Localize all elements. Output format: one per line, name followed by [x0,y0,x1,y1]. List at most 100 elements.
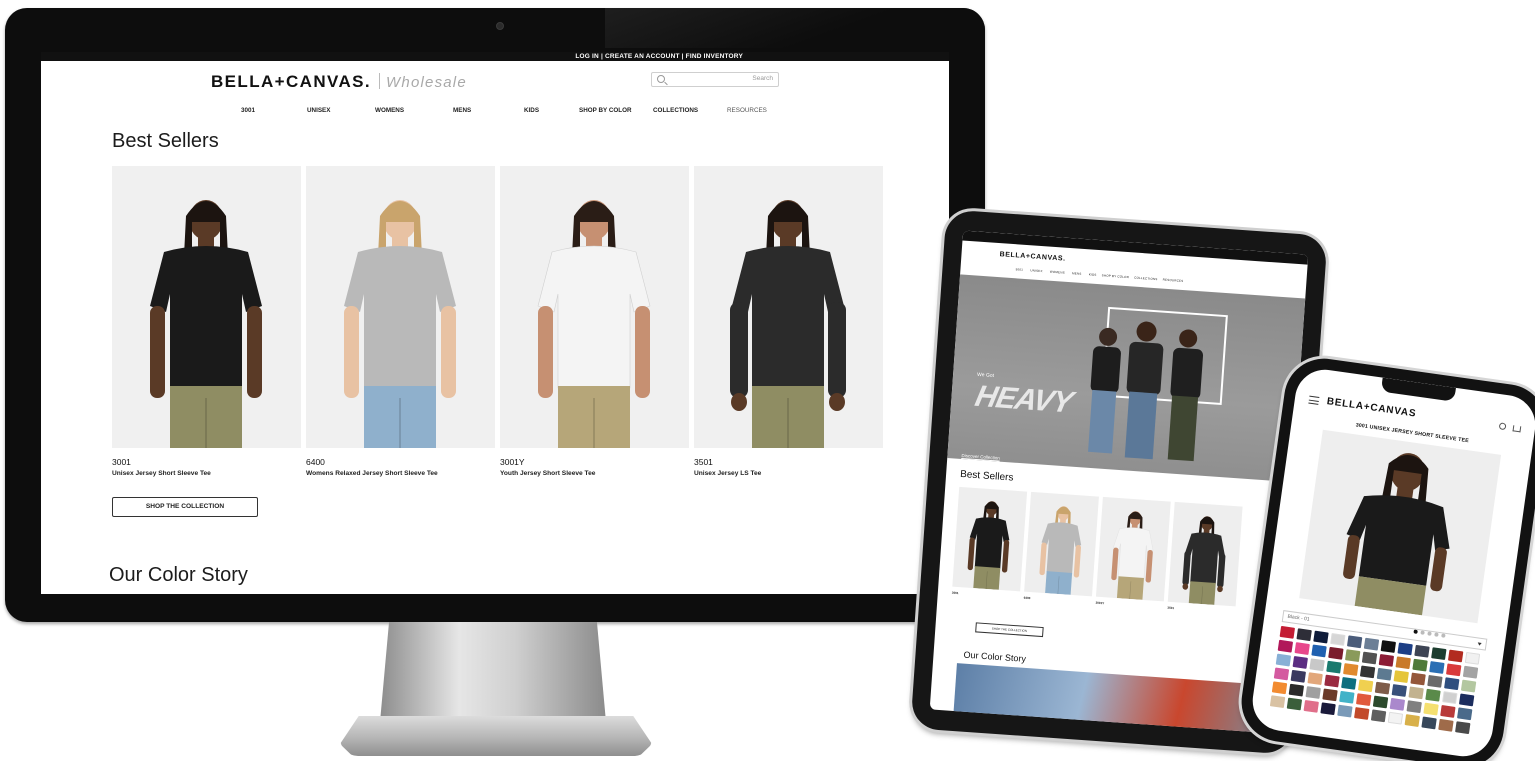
color-swatch[interactable] [1305,686,1321,699]
nav-item-kids[interactable]: KIDS [524,107,539,114]
tablet-nav-item[interactable]: RESOURCES [1163,278,1184,283]
color-swatch[interactable] [1406,700,1422,714]
color-swatch[interactable] [1294,642,1310,655]
color-swatch[interactable] [1464,651,1481,665]
color-swatch[interactable] [1374,681,1391,695]
color-swatch[interactable] [1397,642,1413,656]
nav-item-resources[interactable]: RESOURCES [727,107,767,114]
color-swatch[interactable] [1447,649,1464,663]
tablet-product-card[interactable] [1167,501,1243,607]
color-swatch[interactable] [1269,695,1286,709]
tablet-nav-item[interactable]: KIDS [1089,272,1097,277]
color-swatch[interactable] [1421,716,1437,730]
tablet-nav-item[interactable]: 3001 [1015,267,1023,272]
color-swatch[interactable] [1296,628,1312,642]
shop-collection-button[interactable]: SHOP THE COLLECTION [112,497,258,517]
color-swatch[interactable] [1271,681,1288,695]
color-swatch[interactable] [1404,714,1420,727]
tablet-shop-collection-button[interactable]: SHOP THE COLLECTION [975,622,1044,638]
color-swatch[interactable] [1442,691,1458,704]
color-swatch[interactable] [1378,653,1395,667]
color-swatch[interactable] [1444,677,1460,691]
color-swatch[interactable] [1391,684,1408,697]
search-input[interactable]: Search [651,72,779,87]
product-card[interactable] [306,166,495,448]
color-swatch[interactable] [1455,721,1471,735]
color-swatch[interactable] [1354,707,1370,720]
color-swatch[interactable] [1311,644,1327,658]
color-swatch[interactable] [1273,667,1290,681]
color-swatch[interactable] [1372,695,1389,709]
color-swatch[interactable] [1414,644,1430,658]
product-card[interactable] [694,166,883,448]
color-swatch[interactable] [1320,702,1336,716]
color-swatch[interactable] [1355,693,1372,707]
tablet-nav-item[interactable]: SHOP BY COLOR [1102,273,1130,279]
phone-product-image[interactable] [1299,429,1502,624]
color-swatch[interactable] [1431,647,1447,661]
color-swatch[interactable] [1460,679,1477,693]
nav-item-mens[interactable]: MENS [453,107,471,114]
color-swatch[interactable] [1412,658,1428,672]
color-swatch[interactable] [1370,709,1387,723]
color-swatch[interactable] [1429,661,1445,674]
tablet-hero-banner[interactable]: We Got HEAVY Discover Collection [947,274,1306,483]
color-swatch[interactable] [1275,653,1292,667]
color-swatch[interactable] [1359,665,1376,679]
product-code[interactable]: 3001 [112,457,131,467]
product-code[interactable]: 6400 [306,457,325,467]
tablet-nav-item[interactable]: UNISEX [1030,268,1043,273]
nav-item-womens[interactable]: WOMENS [375,107,404,114]
account-links[interactable]: LOG IN | CREATE AN ACCOUNT | FIND INVENT… [575,52,743,62]
product-code[interactable]: 3001Y [500,457,525,467]
color-swatch[interactable] [1326,660,1342,674]
color-swatch[interactable] [1457,707,1473,721]
tablet-logo[interactable]: BELLA+CANVAS. [999,251,1066,263]
tablet-product-code[interactable]: 3001Y [1095,601,1104,606]
color-swatch[interactable] [1408,686,1424,700]
color-swatch[interactable] [1393,670,1409,684]
color-swatch[interactable] [1357,679,1374,693]
product-name[interactable]: Unisex Jersey Short Sleeve Tee [112,470,211,477]
product-code[interactable]: 3501 [694,457,713,467]
color-swatch[interactable] [1330,633,1346,646]
color-swatch[interactable] [1462,665,1479,679]
product-card[interactable] [112,166,301,448]
color-swatch[interactable] [1292,655,1308,669]
product-card[interactable] [500,166,689,448]
color-swatch[interactable] [1286,697,1303,711]
product-name[interactable]: Youth Jersey Short Sleeve Tee [500,470,595,477]
tablet-product-code[interactable]: 6400 [1024,596,1031,600]
color-swatch[interactable] [1322,688,1338,702]
hamburger-menu-icon[interactable] [1308,395,1320,405]
color-swatch[interactable] [1395,656,1411,670]
color-swatch[interactable] [1337,704,1353,718]
color-swatch[interactable] [1343,663,1359,676]
color-swatch[interactable] [1346,635,1363,649]
color-swatch[interactable] [1307,672,1323,686]
tablet-product-card[interactable] [1095,496,1171,602]
color-swatch[interactable] [1288,683,1305,697]
color-swatch[interactable] [1410,672,1426,686]
nav-item-shop-by-color[interactable]: SHOP BY COLOR [579,107,632,114]
nav-item-unisex[interactable]: UNISEX [307,107,330,114]
nav-item-collections[interactable]: COLLECTIONS [653,107,698,114]
color-swatch[interactable] [1303,699,1319,713]
product-name[interactable]: Womens Relaxed Jersey Short Sleeve Tee [306,470,438,477]
tablet-product-code[interactable]: 3501 [1167,606,1174,610]
tablet-nav-item[interactable]: MENS [1072,271,1082,276]
color-swatch[interactable] [1389,697,1406,711]
color-swatch[interactable] [1387,711,1404,725]
color-swatch[interactable] [1363,637,1380,651]
tablet-product-card[interactable] [952,486,1028,592]
color-swatch[interactable] [1345,649,1361,663]
tablet-product-code[interactable]: 3001 [952,591,959,595]
tablet-nav-item[interactable]: WOMENS [1050,270,1065,275]
color-swatch[interactable] [1341,676,1357,690]
color-swatch[interactable] [1458,693,1475,707]
color-swatch[interactable] [1427,674,1443,688]
nav-item-3001[interactable]: 3001 [241,107,255,114]
search-icon[interactable] [1498,422,1507,431]
color-swatch[interactable] [1290,669,1306,683]
color-swatch[interactable] [1423,702,1439,716]
